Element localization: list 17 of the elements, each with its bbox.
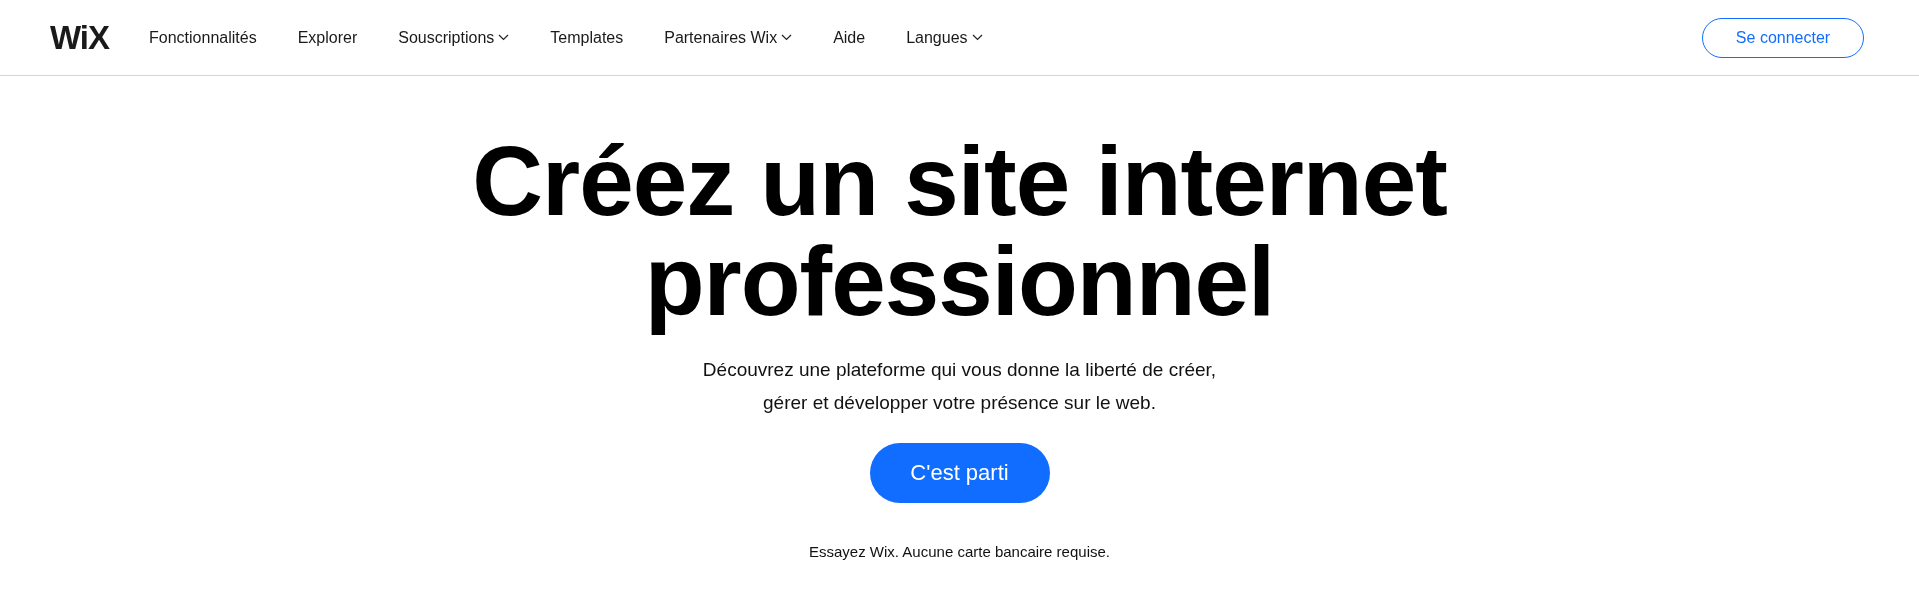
logo[interactable]: WiX bbox=[50, 21, 110, 54]
nav-link[interactable]: Fonctionnalités bbox=[149, 28, 257, 47]
start-button[interactable]: C'est parti bbox=[869, 443, 1050, 503]
login-button[interactable]: Se connecter bbox=[1702, 17, 1864, 58]
nav-link[interactable]: Partenaires Wix bbox=[664, 28, 793, 47]
nav-link[interactable]: Langues bbox=[906, 28, 983, 47]
nav-link[interactable]: Aide bbox=[833, 28, 866, 47]
headline: Créez un site internet bbox=[472, 131, 1447, 231]
nav-link[interactable]: Souscriptions bbox=[398, 28, 510, 47]
chevron-down-icon bbox=[781, 34, 793, 41]
subtitle: gérer et développer votre présence sur le web. bbox=[763, 391, 1156, 415]
chevron-down-icon bbox=[498, 34, 510, 41]
nav-link[interactable]: Explorer bbox=[297, 28, 358, 47]
chevron-down-icon bbox=[971, 34, 983, 41]
nav-link[interactable]: Templates bbox=[550, 28, 624, 47]
subtitle: Découvrez une plateforme qui vous donne la liberté de créer, bbox=[702, 358, 1217, 382]
note-text: Essayez Wix. Aucune carte bancaire requise. bbox=[809, 543, 1110, 560]
